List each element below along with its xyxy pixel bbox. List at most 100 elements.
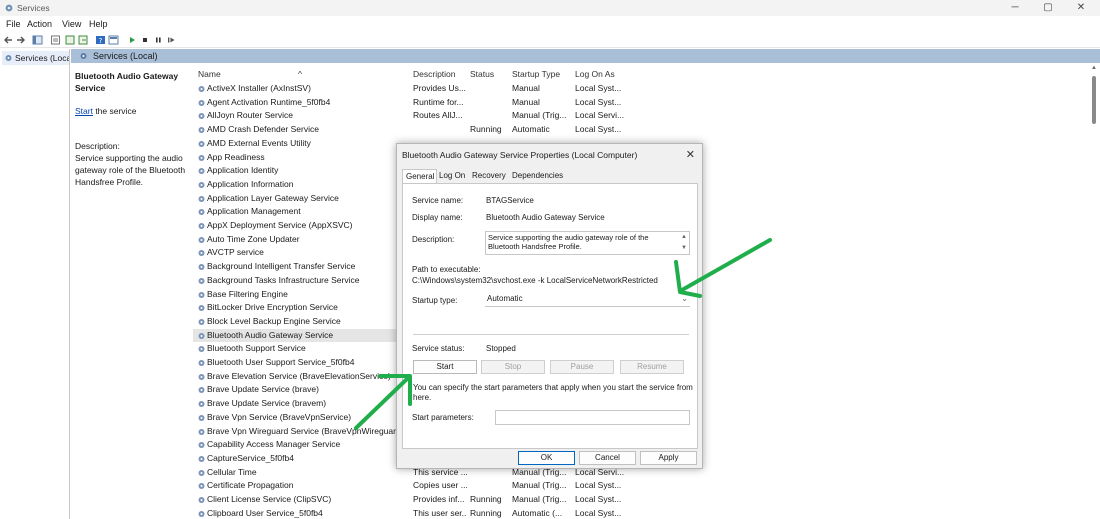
- column-header-log-on-as[interactable]: Log On As: [575, 69, 615, 79]
- service-status-cell: Running: [470, 494, 502, 504]
- column-header-status[interactable]: Status: [470, 69, 494, 79]
- column-header-startup-type[interactable]: Startup Type: [512, 69, 560, 79]
- table-row[interactable]: Clipboard User Service_5f0fb4 This user s…: [193, 507, 633, 519]
- service-status-label: Service status:: [412, 344, 465, 353]
- service-status-cell: Running: [470, 507, 502, 518]
- ok-button[interactable]: OK: [518, 451, 575, 465]
- gear-icon: [5, 55, 12, 61]
- scrollbar-thumb[interactable]: [1092, 76, 1096, 124]
- service-startup-cell: Manual (Trig...: [512, 494, 567, 504]
- table-row[interactable]: ActiveX Installer (AxInstSV) Provides Us.…: [193, 82, 633, 96]
- start-parameters-label: Start parameters:: [412, 413, 474, 422]
- tab-recovery[interactable]: Recovery: [472, 171, 506, 180]
- export-list-icon[interactable]: [78, 35, 89, 45]
- close-window-button[interactable]: ✕: [1066, 1, 1096, 15]
- cancel-button[interactable]: Cancel: [579, 451, 636, 465]
- window-title: Services: [17, 3, 50, 13]
- services-header: Services (Local): [71, 49, 1100, 63]
- title-bar: Services ─ ▢ ✕: [0, 0, 1100, 16]
- menu-bar: File Action View Help: [0, 17, 1100, 31]
- menu-view[interactable]: View: [62, 19, 81, 29]
- menu-help[interactable]: Help: [89, 19, 108, 29]
- table-row[interactable]: Certificate Propagation Copies user ... Ma…: [193, 479, 633, 493]
- start-button[interactable]: Start: [413, 360, 477, 374]
- minimize-button[interactable]: ─: [1000, 1, 1030, 15]
- pause-button[interactable]: Pause: [550, 360, 614, 374]
- gear-icon: [198, 154, 205, 161]
- extended-info-pane: Bluetooth Audio Gateway Service Start th…: [71, 64, 193, 519]
- service-description-cell: Routes AllJ...: [413, 110, 463, 121]
- gear-icon: [198, 86, 205, 92]
- help-icon[interactable]: ?: [95, 35, 106, 45]
- gear-icon: [198, 168, 205, 175]
- toolbar: ?: [0, 32, 1100, 48]
- path-label: Path to executable:: [412, 265, 481, 274]
- service-name-value: BTAGService: [486, 196, 534, 205]
- header-title: Services (Local): [93, 51, 158, 61]
- gear-icon: [198, 250, 205, 257]
- gear-icon: [198, 99, 205, 106]
- service-name-cell: AppX Deployment Service (AppXSVC): [207, 220, 353, 230]
- service-name-cell: Bluetooth Audio Gateway Service: [207, 329, 334, 340]
- service-description-cell: Copies user ...: [413, 480, 467, 491]
- service-name-cell: Bluetooth User Support Service_5f0fb4: [207, 357, 355, 367]
- gear-icon: [198, 209, 205, 216]
- scroll-up-icon[interactable]: ▲: [1091, 65, 1097, 71]
- pause-icon[interactable]: [153, 35, 164, 45]
- table-row[interactable]: AllJoyn Router Service Routes AllJ... Manu…: [193, 109, 633, 123]
- forward-arrow-icon[interactable]: [15, 35, 26, 45]
- gear-icon: [198, 127, 205, 134]
- start-service-link[interactable]: Start: [75, 106, 93, 116]
- gear-icon: [198, 223, 205, 229]
- table-row[interactable]: AMD Crash Defender Service Running Automat…: [193, 123, 633, 137]
- console-tree-icon[interactable]: [32, 35, 43, 45]
- apply-button[interactable]: Apply: [640, 451, 697, 465]
- annotation-arrow-icon: [674, 238, 772, 298]
- table-row[interactable]: Agent Activation Runtime_5f0fb4 Runtime f…: [193, 96, 633, 110]
- restart-icon[interactable]: [166, 35, 177, 45]
- service-name-cell: AVCTP service: [207, 247, 264, 258]
- gear-icon: [198, 195, 205, 202]
- startup-type-value: Automatic: [487, 294, 523, 303]
- tree-node-services-local[interactable]: Services (Local: [2, 51, 69, 65]
- gear-icon: [198, 291, 205, 298]
- properties-dialog: Bluetooth Audio Gateway Service Properti…: [396, 143, 703, 469]
- play-icon[interactable]: [127, 35, 138, 45]
- stop-button[interactable]: Stop: [481, 360, 545, 374]
- gear-icon: [198, 483, 205, 490]
- service-logon-cell: Local Syst...: [575, 83, 622, 93]
- tab-general[interactable]: General: [402, 169, 438, 184]
- service-name-cell: Capability Access Manager Service: [207, 439, 341, 450]
- gear-icon: [198, 497, 205, 503]
- table-row[interactable]: Client License Service (ClipSVC) Provides…: [193, 493, 633, 507]
- show-hide-icon[interactable]: [108, 35, 119, 45]
- refresh-icon[interactable]: [65, 35, 76, 45]
- service-name-cell: Bluetooth Support Service: [207, 343, 306, 354]
- column-header-description[interactable]: Description: [413, 69, 456, 79]
- properties-icon[interactable]: [50, 35, 61, 45]
- display-name-label: Display name:: [412, 213, 463, 222]
- description-label: Description:: [75, 141, 120, 151]
- start-parameters-input[interactable]: [495, 410, 690, 425]
- gear-icon: [198, 236, 205, 243]
- column-header-name[interactable]: Name: [198, 69, 221, 79]
- gear-icon: [198, 277, 205, 284]
- service-name-cell: Block Level Backup Engine Service: [207, 315, 341, 326]
- menu-action[interactable]: Action: [27, 19, 52, 29]
- service-name-cell: Agent Activation Runtime_5f0fb4: [207, 96, 331, 107]
- menu-file[interactable]: File: [6, 19, 21, 29]
- tab-dependencies[interactable]: Dependencies: [512, 171, 563, 180]
- maximize-button[interactable]: ▢: [1033, 1, 1063, 15]
- back-arrow-icon[interactable]: [3, 35, 14, 45]
- column-headers: ^ Name Description Status Startup Type L…: [193, 67, 1083, 81]
- service-startup-cell: Automatic: [512, 124, 550, 135]
- tab-log-on[interactable]: Log On: [439, 171, 465, 180]
- service-description-cell: Provides inf...: [413, 494, 465, 504]
- resume-button[interactable]: Resume: [620, 360, 684, 374]
- service-name-cell: ActiveX Installer (AxInstSV): [207, 83, 311, 93]
- vertical-scrollbar[interactable]: ▲: [1089, 64, 1100, 519]
- service-description-cell: Runtime for...: [413, 96, 464, 107]
- dialog-close-button[interactable]: ✕: [686, 148, 695, 161]
- gear-icon: [198, 428, 205, 435]
- stop-icon[interactable]: [140, 35, 151, 45]
